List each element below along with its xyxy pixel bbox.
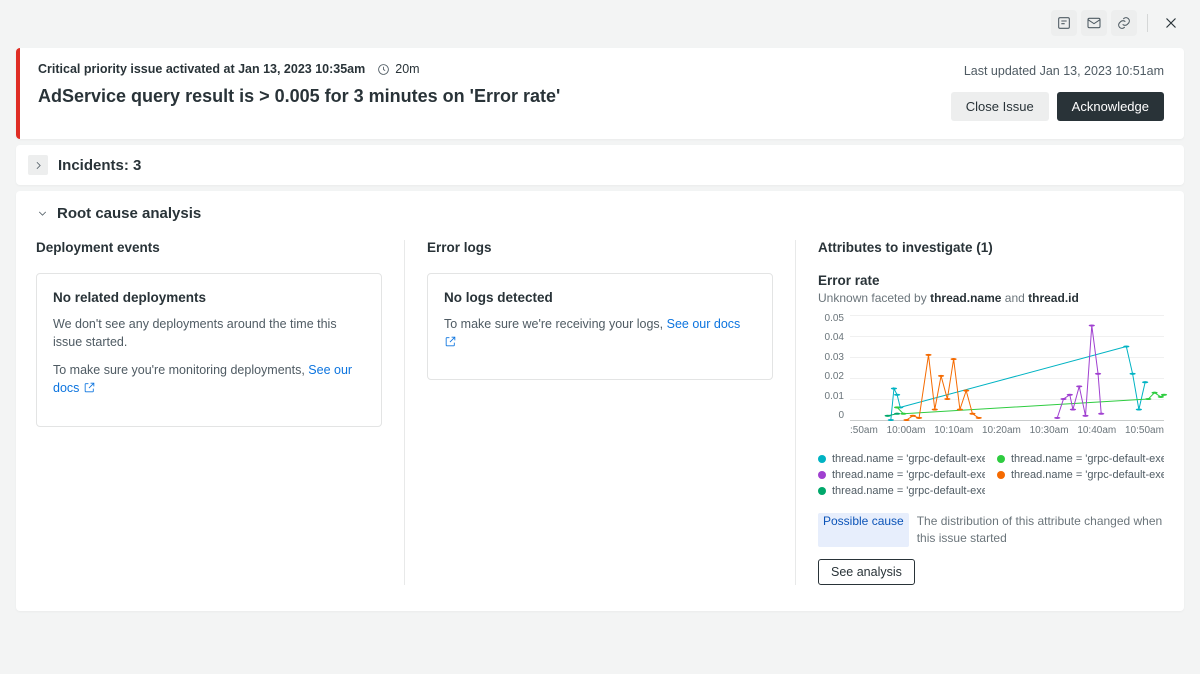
external-link-icon [83,381,96,394]
issue-header: Critical priority issue activated at Jan… [16,48,1184,139]
legend-item[interactable]: thread.name = 'grpc-default-exe… [997,453,1164,465]
acknowledge-button[interactable]: Acknowledge [1057,92,1164,121]
deployment-events-card: No related deployments We don't see any … [36,273,382,427]
chart-subtitle: Unknown faceted by thread.name and threa… [818,291,1164,305]
external-link-icon [444,335,457,348]
possible-cause: Possible cause The distribution of this … [818,513,1164,547]
error-logs-col: Error logs No logs detected To make sure… [405,240,796,585]
no-deployments-title: No related deployments [53,290,365,305]
legend-item[interactable]: thread.name = 'grpc-default-exe… [818,453,985,465]
no-deployments-help: To make sure you're monitoring deploymen… [53,361,365,397]
incidents-label: Incidents: 3 [58,157,141,174]
severity-bar [16,48,20,139]
legend-item[interactable]: thread.name = 'grpc-default-exe… [818,485,985,497]
deployment-events-title: Deployment events [36,240,382,255]
rca-section: Root cause analysis Deployment events No… [16,191,1184,611]
close-icon[interactable] [1158,10,1184,36]
attributes-title: Attributes to investigate (1) [818,240,1164,255]
no-logs-title: No logs detected [444,290,756,305]
permalink-icon[interactable] [1111,10,1137,36]
no-deployments-text: We don't see any deployments around the … [53,315,365,351]
duration-value: 20m [395,62,419,76]
chevron-right-icon[interactable] [28,155,48,175]
deployment-events-col: Deployment events No related deployments… [36,240,405,585]
rca-title: Root cause analysis [57,205,201,222]
chart-title: Error rate [818,273,1164,288]
mail-icon[interactable] [1081,10,1107,36]
clock-icon [377,63,390,76]
detail-toolbar [0,0,1200,36]
chart-legend: thread.name = 'grpc-default-exe… thread.n… [818,453,1164,497]
toolbar-separator [1147,14,1148,32]
legend-item[interactable]: thread.name = 'grpc-default-exe… [818,469,985,481]
possible-cause-text: The distribution of this attribute chang… [917,513,1164,547]
last-updated: Last updated Jan 13, 2023 10:51am [964,64,1164,78]
possible-cause-chip: Possible cause [818,513,909,547]
attributes-col: Attributes to investigate (1) Error rate… [796,240,1164,585]
error-logs-title: Error logs [427,240,773,255]
issue-title: AdService query result is > 0.005 for 3 … [38,86,951,107]
no-logs-help: To make sure we're receiving your logs, … [444,315,756,351]
close-issue-button[interactable]: Close Issue [951,92,1049,121]
error-rate-chart: 0.050.040.030.020.010 :50am10:00am10:10a… [818,313,1164,443]
error-logs-card: No logs detected To make sure we're rece… [427,273,773,380]
chevron-down-icon[interactable] [36,207,49,220]
activated-text: Critical priority issue activated at Jan… [38,62,365,76]
log-query-icon[interactable] [1051,10,1077,36]
see-analysis-button[interactable]: See analysis [818,559,915,585]
duration-chip: 20m [377,62,419,76]
incidents-section[interactable]: Incidents: 3 [16,145,1184,185]
legend-item[interactable]: thread.name = 'grpc-default-exe… [997,469,1164,481]
